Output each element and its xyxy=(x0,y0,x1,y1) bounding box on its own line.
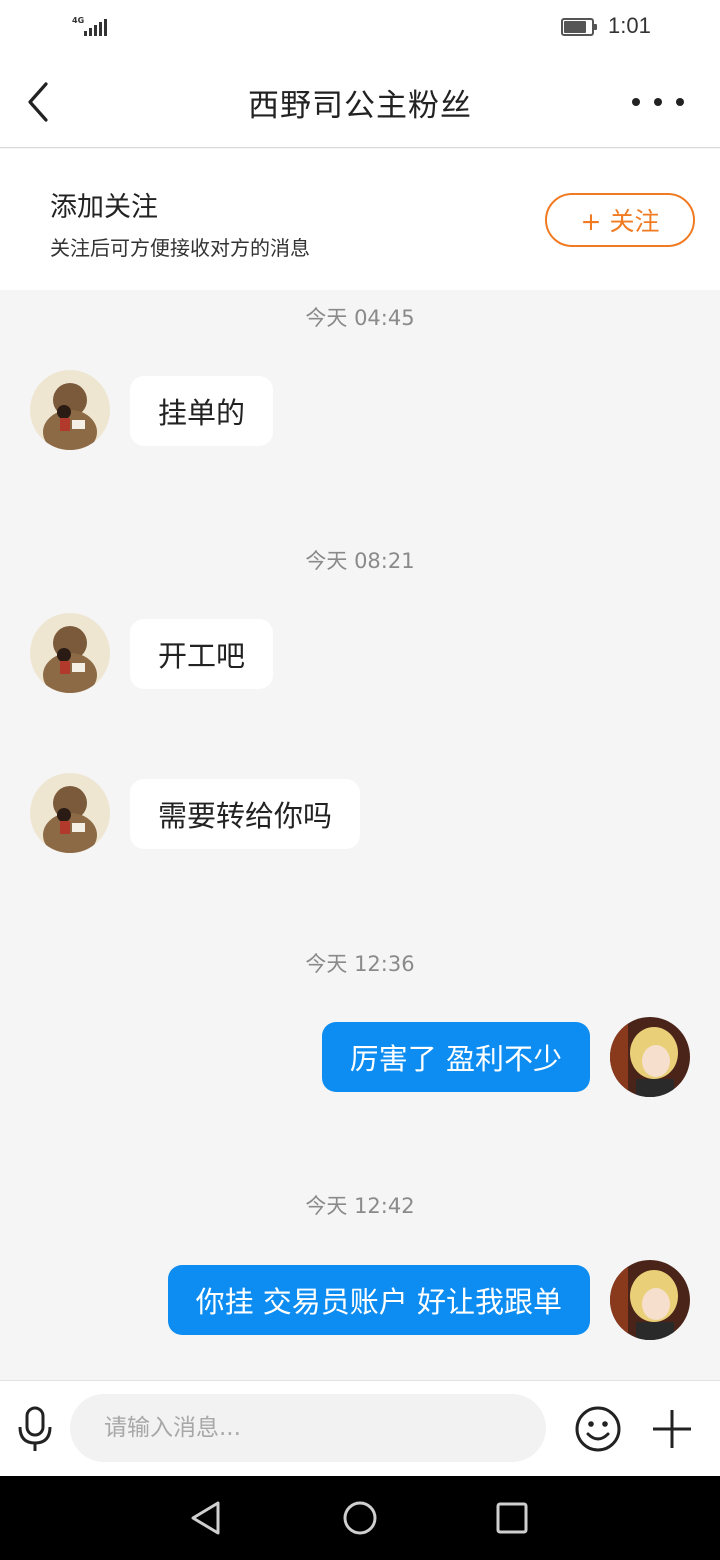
microphone-icon xyxy=(18,1406,52,1451)
follow-banner: 添加关注 关注后可方便接收对方的消息 + 关注 xyxy=(0,149,720,290)
input-bar xyxy=(0,1380,720,1476)
status-time: 1:01 xyxy=(608,13,651,38)
page-title: 西野司公主粉丝 xyxy=(248,88,472,124)
timestamp: 今天 04:45 xyxy=(305,306,415,330)
timestamp: 今天 12:42 xyxy=(305,1194,415,1218)
triangle-back-icon xyxy=(191,1501,220,1535)
voice-button[interactable] xyxy=(14,1405,56,1453)
message-bubble-incoming[interactable]: 开工吧 xyxy=(130,619,274,689)
message-bubble-incoming[interactable]: 挂单的 xyxy=(130,376,274,446)
battery-icon xyxy=(561,18,597,36)
title-bar: 西野司公主粉丝 xyxy=(0,56,720,148)
more-button[interactable] xyxy=(628,86,688,118)
follow-button[interactable]: + 关注 xyxy=(545,193,695,247)
chat-list[interactable]: 今天 04:45 挂单的 今天 08:21 开工吧 需要转给你吗 今天 12:3… xyxy=(0,290,720,1380)
nav-back-button[interactable] xyxy=(186,1498,226,1538)
my-avatar[interactable] xyxy=(610,1260,690,1340)
system-nav-bar xyxy=(0,1476,720,1560)
nav-home-button[interactable] xyxy=(340,1498,380,1538)
circle-home-icon xyxy=(343,1501,377,1535)
more-actions-button[interactable] xyxy=(650,1407,694,1451)
nav-recents-button[interactable] xyxy=(492,1498,532,1538)
my-avatar[interactable] xyxy=(610,1017,690,1097)
timestamp: 今天 08:21 xyxy=(305,549,415,573)
status-bar: 4G 1:01 xyxy=(0,0,720,56)
signal-icon: 4G xyxy=(70,16,110,40)
message-bubble-incoming[interactable]: 需要转给你吗 xyxy=(130,779,361,849)
message-input[interactable] xyxy=(70,1394,546,1462)
message-bubble-outgoing[interactable]: 厉害了 盈利不少 xyxy=(321,1022,590,1092)
smiley-icon xyxy=(575,1406,621,1452)
avatar[interactable] xyxy=(30,613,110,693)
more-horizontal-icon xyxy=(632,98,640,106)
timestamp: 今天 12:36 xyxy=(305,952,415,976)
avatar[interactable] xyxy=(30,773,110,853)
message-bubble-outgoing[interactable]: 你挂 交易员账户 好让我跟单 xyxy=(167,1265,590,1335)
avatar[interactable] xyxy=(30,370,110,450)
square-recents-icon xyxy=(496,1502,528,1534)
follow-subtitle: 关注后可方便接收对方的消息 xyxy=(50,236,310,260)
network-type: 4G xyxy=(72,16,85,25)
emoji-button[interactable] xyxy=(574,1405,622,1453)
follow-title: 添加关注 xyxy=(50,192,158,223)
plus-icon xyxy=(653,1410,691,1448)
